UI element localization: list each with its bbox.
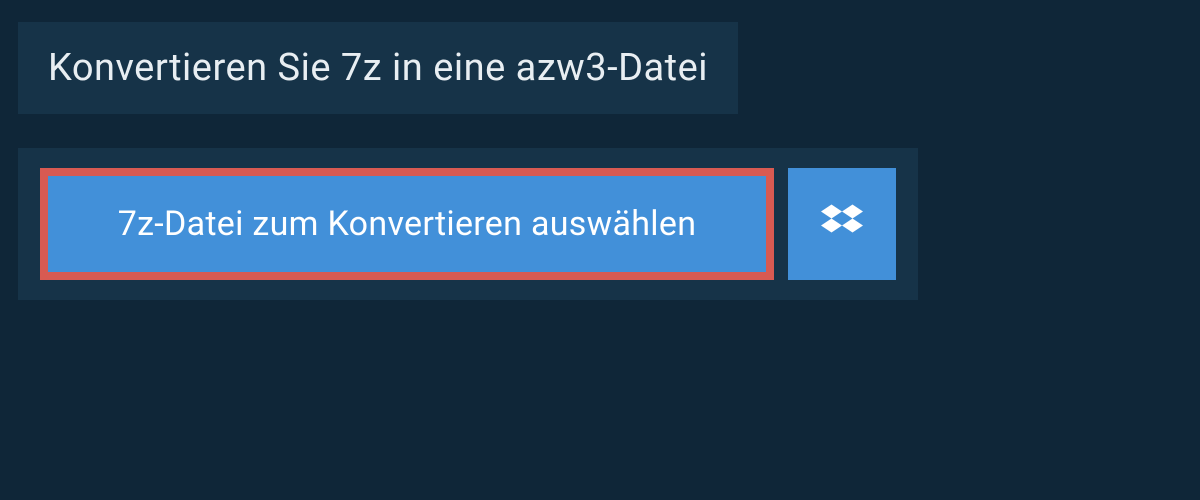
dropbox-icon xyxy=(821,201,863,247)
page-title: Konvertieren Sie 7z in eine azw3-Datei xyxy=(48,46,708,90)
select-file-button[interactable]: 7z-Datei zum Konvertieren auswählen xyxy=(40,168,774,280)
dropbox-button[interactable] xyxy=(788,168,896,280)
header-bar: Konvertieren Sie 7z in eine azw3-Datei xyxy=(18,22,738,114)
button-panel: 7z-Datei zum Konvertieren auswählen xyxy=(18,148,918,300)
select-file-label: 7z-Datei zum Konvertieren auswählen xyxy=(118,204,697,244)
